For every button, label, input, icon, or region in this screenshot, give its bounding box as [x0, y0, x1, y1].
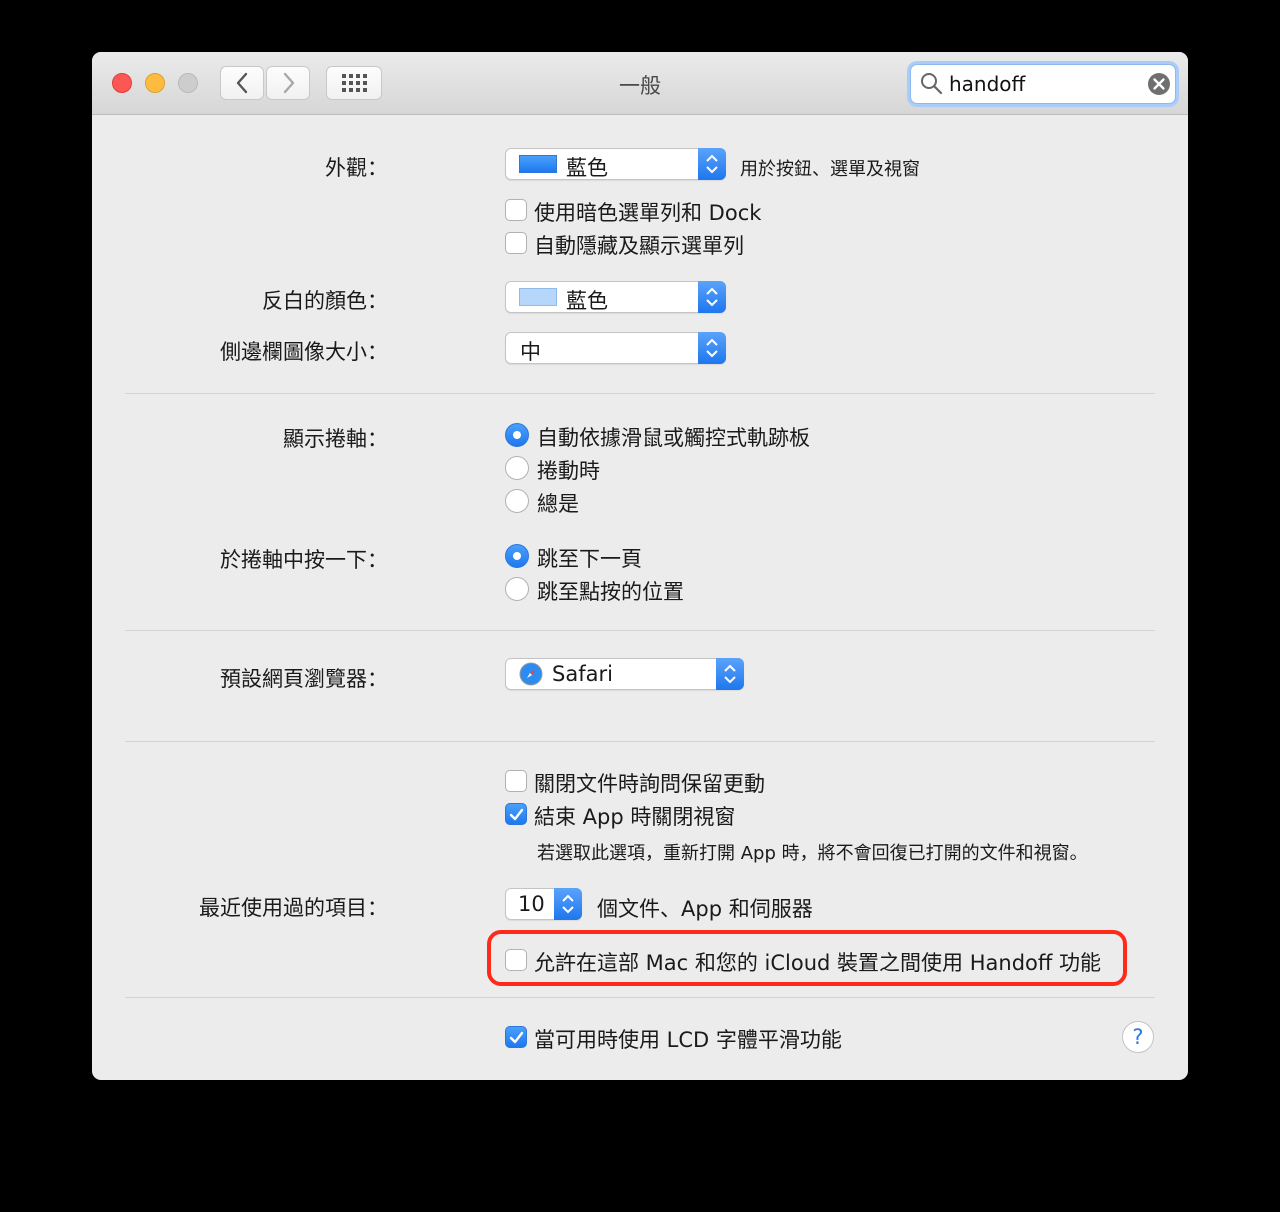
- close-windows-label: 結束 App 時關閉視窗: [534, 805, 736, 829]
- handoff-annotation-box: [487, 930, 1127, 986]
- clear-icon[interactable]: [1147, 72, 1171, 96]
- appearance-hint: 用於按鈕、選單及視窗: [740, 159, 920, 180]
- light-blue-swatch: [519, 288, 557, 306]
- help-button[interactable]: ?: [1122, 1021, 1154, 1053]
- highlight-color-label: 反白的顏色：: [262, 289, 388, 313]
- sidebar-icon-size-popup[interactable]: 中: [505, 332, 726, 364]
- blue-swatch: [519, 155, 557, 173]
- appearance-value: 藍色: [566, 156, 608, 180]
- recent-items-value: 10: [518, 892, 545, 916]
- recent-items-popup[interactable]: 10: [505, 888, 582, 920]
- updown-arrows-icon: [554, 888, 582, 920]
- ask-keep-changes-checkbox[interactable]: [505, 770, 527, 792]
- scrollbars-auto-label: 自動依據滑鼠或觸控式軌跡板: [537, 426, 810, 450]
- default-browser-value: Safari: [552, 662, 613, 686]
- default-browser-popup[interactable]: Safari: [505, 658, 744, 690]
- ask-keep-changes-label: 關閉文件時詢問保留更動: [534, 772, 765, 796]
- close-windows-checkbox[interactable]: [505, 803, 527, 825]
- close-windows-note: 若選取此選項，重新打開 App 時，將不會回復已打開的文件和視窗。: [537, 843, 1088, 864]
- safari-compass-icon: [519, 662, 543, 686]
- highlight-color-value: 藍色: [566, 289, 608, 313]
- checkmark-icon: [509, 1031, 524, 1044]
- jump-clicked-spot-radio[interactable]: [505, 577, 529, 601]
- auto-hide-menu-label: 自動隱藏及顯示選單列: [534, 234, 744, 258]
- jump-clicked-spot-label: 跳至點按的位置: [537, 580, 684, 604]
- title-bar: 一般: [92, 52, 1188, 115]
- sidebar-icon-size-label: 側邊欄圖像大小：: [220, 340, 388, 364]
- jump-next-page-radio[interactable]: [505, 544, 529, 568]
- updown-arrows-icon: [698, 148, 726, 180]
- scrollbars-scrolling-radio[interactable]: [505, 456, 529, 480]
- search-field[interactable]: [910, 64, 1176, 104]
- updown-arrows-icon: [716, 658, 744, 690]
- jump-next-page-label: 跳至下一頁: [537, 547, 642, 571]
- scrollbars-scrolling-label: 捲動時: [537, 459, 600, 483]
- appearance-popup[interactable]: 藍色: [505, 148, 726, 180]
- magnifier-icon: [921, 73, 943, 95]
- checkmark-icon: [509, 808, 524, 821]
- divider: [125, 741, 1155, 742]
- divider: [125, 997, 1155, 998]
- click-scrollbar-label: 於捲軸中按一下：: [220, 548, 388, 572]
- show-scrollbars-label: 顯示捲軸：: [283, 427, 388, 451]
- dark-menu-checkbox[interactable]: [505, 199, 527, 221]
- search-input[interactable]: [949, 71, 1139, 97]
- scrollbars-always-label: 總是: [537, 492, 579, 516]
- auto-hide-menu-checkbox[interactable]: [505, 232, 527, 254]
- recent-items-suffix: 個文件、App 和伺服器: [597, 897, 813, 921]
- recent-items-label: 最近使用過的項目：: [199, 896, 388, 920]
- highlight-color-popup[interactable]: 藍色: [505, 281, 726, 313]
- scrollbars-auto-radio[interactable]: [505, 423, 529, 447]
- updown-arrows-icon: [698, 332, 726, 364]
- appearance-label: 外觀：: [325, 156, 388, 180]
- lcd-smoothing-checkbox[interactable]: [505, 1026, 527, 1048]
- dark-menu-label: 使用暗色選單列和 Dock: [534, 201, 762, 225]
- lcd-smoothing-label: 當可用時使用 LCD 字體平滑功能: [534, 1028, 842, 1052]
- default-browser-label: 預設網頁瀏覽器：: [220, 667, 388, 691]
- scrollbars-always-radio[interactable]: [505, 489, 529, 513]
- sidebar-icon-size-value: 中: [520, 340, 541, 364]
- preferences-window: 一般 外觀： 藍色 用於按鈕、選單及視窗 使用暗色選單列和 Dock 自動隱藏及…: [92, 52, 1188, 1080]
- divider: [125, 630, 1155, 631]
- divider: [125, 393, 1155, 394]
- updown-arrows-icon: [698, 281, 726, 313]
